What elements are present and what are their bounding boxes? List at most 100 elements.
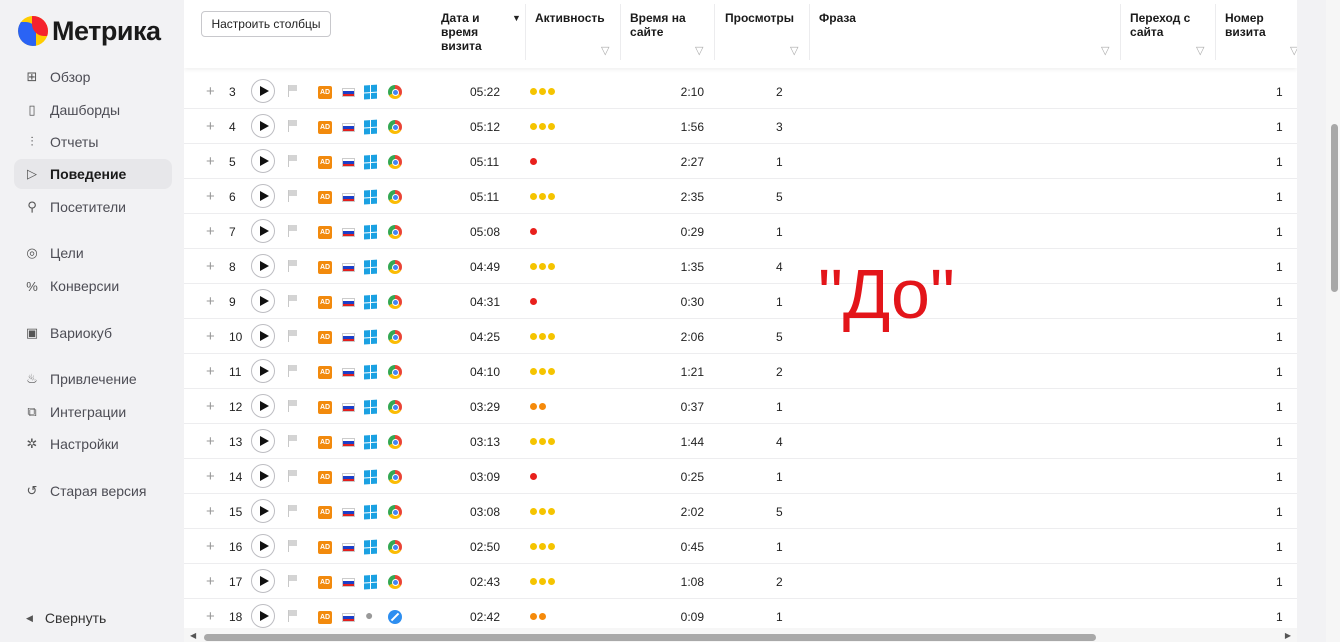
expand-row-icon[interactable]: + xyxy=(206,118,215,135)
flag-icon[interactable] xyxy=(288,120,298,132)
flag-icon[interactable] xyxy=(288,400,298,412)
sidebar-item-2[interactable]: ⫶ Отчеты xyxy=(14,127,172,157)
activity-dot xyxy=(548,263,555,270)
horizontal-scroll-thumb[interactable] xyxy=(204,634,1096,641)
vertical-scroll-thumb[interactable] xyxy=(1331,124,1338,292)
column-header-time-on-site[interactable]: Время на сайте xyxy=(630,11,700,39)
sort-desc-icon[interactable]: ▼ xyxy=(512,13,521,23)
column-header-transition[interactable]: Переход с сайта xyxy=(1130,11,1200,39)
expand-row-icon[interactable]: + xyxy=(206,293,215,310)
expand-row-icon[interactable]: + xyxy=(206,328,215,345)
sidebar-item-7[interactable]: ▣ Вариокуб xyxy=(14,318,172,348)
filter-icon[interactable]: ▽ xyxy=(1101,44,1109,57)
filter-icon[interactable]: ▽ xyxy=(695,44,703,57)
activity-dot xyxy=(539,613,546,620)
ad-source-icon: AD xyxy=(318,471,332,484)
russia-flag-icon xyxy=(342,263,355,272)
expand-row-icon[interactable]: + xyxy=(206,468,215,485)
flag-icon[interactable] xyxy=(288,260,298,272)
play-recording-button[interactable] xyxy=(251,499,275,523)
play-recording-button[interactable] xyxy=(251,604,275,628)
page-views: 3 xyxy=(776,120,783,134)
flag-icon[interactable] xyxy=(288,155,298,167)
configure-columns-button[interactable]: Настроить столбцы xyxy=(201,11,331,37)
play-recording-button[interactable] xyxy=(251,394,275,418)
horizontal-scrollbar[interactable]: ◀ ▶ xyxy=(184,628,1297,642)
column-header-phrase[interactable]: Фраза xyxy=(819,11,856,25)
sidebar-item-3[interactable]: ▷ Поведение xyxy=(14,159,172,189)
sidebar-item-11[interactable]: ↺ Старая версия xyxy=(14,476,172,506)
filter-icon[interactable]: ▽ xyxy=(1290,44,1297,57)
vertical-scrollbar[interactable] xyxy=(1326,0,1340,642)
play-recording-button[interactable] xyxy=(251,184,275,208)
sidebar-item-8[interactable]: ♨ Привлечение xyxy=(14,364,172,394)
expand-row-icon[interactable]: + xyxy=(206,258,215,275)
flag-icon[interactable] xyxy=(288,610,298,622)
sidebar-item-4[interactable]: ⚲ Посетители xyxy=(14,192,172,222)
activity-dots xyxy=(530,613,546,620)
expand-row-icon[interactable]: + xyxy=(206,223,215,240)
play-recording-button[interactable] xyxy=(251,534,275,558)
filter-icon[interactable]: ▽ xyxy=(1196,44,1204,57)
visit-time: 03:09 xyxy=(470,470,501,484)
activity-dots xyxy=(530,333,555,340)
time-on-site: 1:44 xyxy=(680,435,704,449)
scroll-left-icon[interactable]: ◀ xyxy=(190,631,196,640)
play-recording-button[interactable] xyxy=(251,429,275,453)
play-recording-button[interactable] xyxy=(251,79,275,103)
expand-row-icon[interactable]: + xyxy=(206,83,215,100)
collapse-sidebar-button[interactable]: ◀ Свернуть xyxy=(26,610,106,626)
expand-row-icon[interactable]: + xyxy=(206,153,215,170)
sidebar-item-0[interactable]: ⊞ Обзор xyxy=(14,62,172,92)
flag-icon[interactable] xyxy=(288,85,298,97)
expand-row-icon[interactable]: + xyxy=(206,433,215,450)
activity-dot xyxy=(530,543,537,550)
flag-icon[interactable] xyxy=(288,365,298,377)
flag-icon[interactable] xyxy=(288,330,298,342)
page-views: 1 xyxy=(776,155,783,169)
expand-row-icon[interactable]: + xyxy=(206,503,215,520)
column-header-activity[interactable]: Активность xyxy=(535,11,605,25)
filter-icon[interactable]: ▽ xyxy=(790,44,798,57)
expand-row-icon[interactable]: + xyxy=(206,363,215,380)
expand-row-icon[interactable]: + xyxy=(206,608,215,625)
expand-row-icon[interactable]: + xyxy=(206,538,215,555)
page-views: 1 xyxy=(776,400,783,414)
flag-icon[interactable] xyxy=(288,225,298,237)
flag-icon[interactable] xyxy=(288,435,298,447)
windows-icon xyxy=(364,364,378,380)
metrika-logo[interactable]: Метрика xyxy=(18,14,161,48)
sidebar-item-10[interactable]: ✲ Настройки xyxy=(14,429,172,459)
row-number: 13 xyxy=(229,435,243,449)
play-recording-button[interactable] xyxy=(251,254,275,278)
row-number: 9 xyxy=(229,295,236,309)
expand-row-icon[interactable]: + xyxy=(206,398,215,415)
flag-icon[interactable] xyxy=(288,295,298,307)
play-recording-button[interactable] xyxy=(251,569,275,593)
flag-icon[interactable] xyxy=(288,470,298,482)
row-number: 14 xyxy=(229,470,243,484)
column-header-date[interactable]: Дата и время визита xyxy=(441,11,511,53)
column-header-visit-number[interactable]: Номер визита xyxy=(1225,11,1275,39)
scroll-right-icon[interactable]: ▶ xyxy=(1285,631,1291,640)
play-recording-button[interactable] xyxy=(251,359,275,383)
sidebar-item-9[interactable]: ⧉ Интеграции xyxy=(14,397,172,427)
expand-row-icon[interactable]: + xyxy=(206,188,215,205)
play-recording-button[interactable] xyxy=(251,464,275,488)
expand-row-icon[interactable]: + xyxy=(206,573,215,590)
play-recording-button[interactable] xyxy=(251,114,275,138)
play-recording-button[interactable] xyxy=(251,149,275,173)
flag-icon[interactable] xyxy=(288,575,298,587)
flag-icon[interactable] xyxy=(288,540,298,552)
filter-icon[interactable]: ▽ xyxy=(601,44,609,57)
flag-icon[interactable] xyxy=(288,505,298,517)
play-recording-button[interactable] xyxy=(251,324,275,348)
sidebar-item-6[interactable]: % Конверсии xyxy=(14,271,172,301)
sidebar-item-5[interactable]: ◎ Цели xyxy=(14,238,172,268)
flag-icon[interactable] xyxy=(288,190,298,202)
column-header-views[interactable]: Просмотры xyxy=(725,11,794,25)
row-number: 18 xyxy=(229,610,243,624)
sidebar-item-1[interactable]: ▯ Дашборды xyxy=(14,95,172,125)
play-recording-button[interactable] xyxy=(251,289,275,313)
play-recording-button[interactable] xyxy=(251,219,275,243)
